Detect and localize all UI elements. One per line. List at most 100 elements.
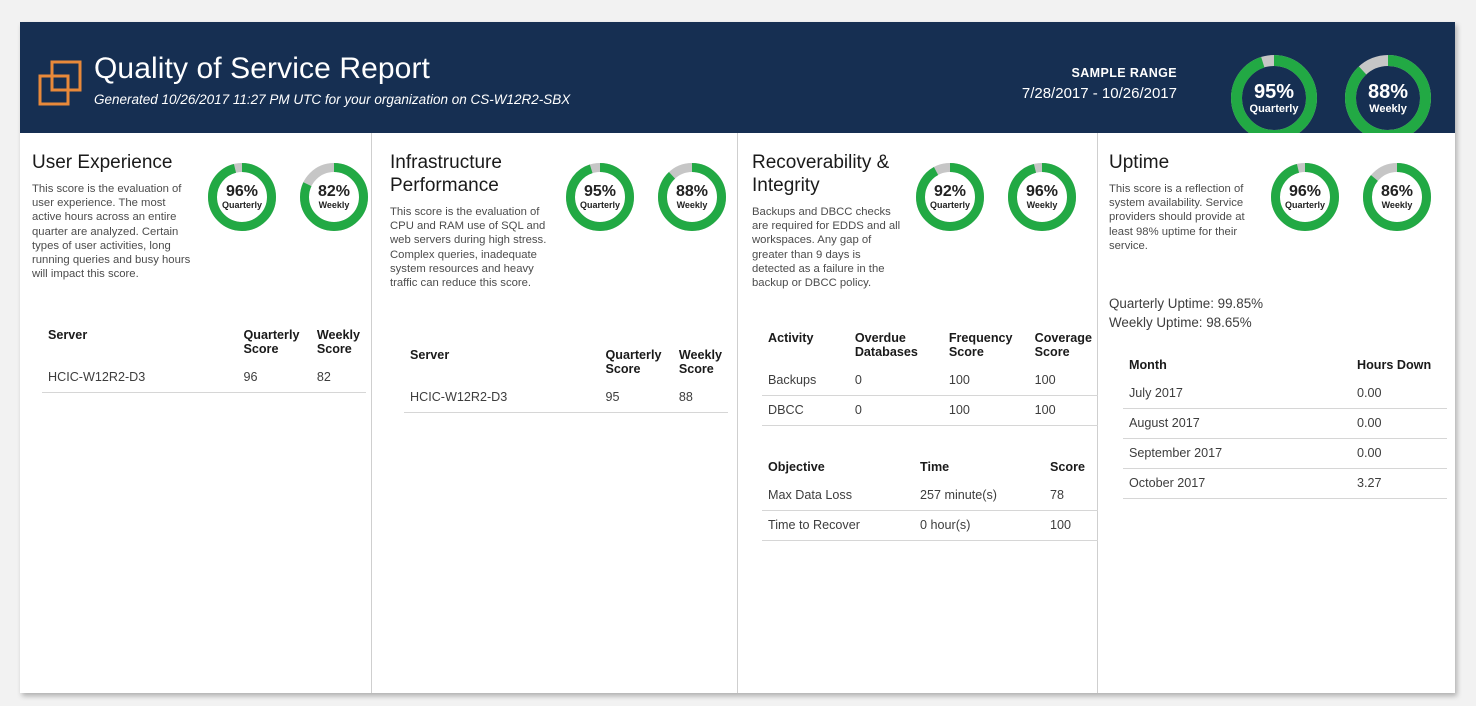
cell-month: August 2017 xyxy=(1129,416,1200,431)
quarterly-uptime-value: Quarterly Uptime: 99.85% xyxy=(1109,296,1264,312)
uptime-table: Month Hours Down July 2017 0.00 August 2… xyxy=(1123,353,1447,499)
cell-coverage-score: 100 xyxy=(1034,373,1056,388)
report-header: Quality of Service Report Generated 10/2… xyxy=(20,22,1455,133)
panel-top: Uptime This score is a reflection of sys… xyxy=(1109,151,1455,253)
column-header-score: Score xyxy=(1050,460,1086,475)
cell-hours-down: 0.00 xyxy=(1357,416,1382,431)
donut-percent-value: 88% xyxy=(675,183,709,200)
recoverability-activity-table: Activity Overdue Databases Frequency Sco… xyxy=(762,326,1098,426)
cell-month: September 2017 xyxy=(1129,446,1223,461)
donut-gauge-quarterly: 96% Quarterly xyxy=(1271,163,1339,231)
sample-range-label: SAMPLE RANGE xyxy=(1071,66,1177,80)
donut-gauge-weekly: 88% Weekly xyxy=(658,163,726,231)
table-header-row: Server Quarterly Score Weekly Score xyxy=(42,323,366,363)
cell-coverage-score: 100 xyxy=(1034,403,1056,418)
table-header-row: Month Hours Down xyxy=(1123,353,1447,379)
panel-description: This score is the evaluation of user exp… xyxy=(32,183,191,281)
panel-donut-group: 95% Quarterly 88% Weekly xyxy=(566,163,726,231)
cell-hours-down: 3.27 xyxy=(1357,476,1382,491)
panel-recoverability-integrity: Recoverability & Integrity Backups and D… xyxy=(738,133,1098,693)
donut-label: 88% Weekly xyxy=(658,163,726,231)
donut-gauge-quarterly: 96% Quarterly xyxy=(208,163,276,231)
table-row: Time to Recover 0 hour(s) 100 xyxy=(762,511,1098,541)
table-row: Max Data Loss 257 minute(s) 78 xyxy=(762,481,1098,511)
user-experience-table: Server Quarterly Score Weekly Score HCIC… xyxy=(42,323,366,393)
panels-container: User Experience This score is the evalua… xyxy=(20,133,1455,693)
weekly-uptime-value: Weekly Uptime: 98.65% xyxy=(1109,314,1252,330)
cell-score: 78 xyxy=(1050,488,1065,503)
panel-heading: Recoverability & Integrity xyxy=(752,152,890,196)
cell-month: October 2017 xyxy=(1129,476,1206,491)
donut-label: 96% Quarterly xyxy=(208,163,276,231)
panel-donut-group: 92% Quarterly 96% Weekly xyxy=(916,163,1076,231)
panel-top: User Experience This score is the evalua… xyxy=(32,151,371,281)
column-header-frequency-score: Frequency Score xyxy=(948,331,1013,360)
column-header-activity: Activity xyxy=(768,331,814,346)
panel-top: Infrastructure Performance This score is… xyxy=(390,151,737,290)
panel-heading: Uptime xyxy=(1109,152,1170,173)
donut-gauge-quarterly: 95% Quarterly xyxy=(1231,55,1317,133)
cell-activity: DBCC xyxy=(768,403,804,418)
donut-label: 92% Quarterly xyxy=(916,163,984,231)
panel-donut-group: 96% Quarterly 82% Weekly xyxy=(208,163,368,231)
cell-weekly-score: 88 xyxy=(678,390,693,405)
donut-label: 86% Weekly xyxy=(1363,163,1431,231)
donut-percent-value: 92% xyxy=(933,183,967,200)
donut-percent-value: 96% xyxy=(1288,183,1322,200)
donut-label: 96% Weekly xyxy=(1008,163,1076,231)
donut-gauge-weekly: 82% Weekly xyxy=(300,163,368,231)
table-row: July 2017 0.00 xyxy=(1123,379,1447,409)
donut-period-label: Weekly xyxy=(676,200,708,210)
brand-block: Quality of Service Report Generated 10/2… xyxy=(38,50,570,109)
donut-percent-value: 96% xyxy=(225,183,259,200)
donut-gauge-weekly: 96% Weekly xyxy=(1008,163,1076,231)
donut-label: 88% Weekly xyxy=(1345,55,1431,133)
cell-server: HCIC-W12R2-D3 xyxy=(410,390,508,405)
donut-period-label: Quarterly xyxy=(579,200,621,210)
donut-period-label: Weekly xyxy=(318,200,350,210)
column-header-server: Server xyxy=(48,328,88,343)
panel-user-experience: User Experience This score is the evalua… xyxy=(20,133,372,693)
panel-description: Backups and DBCC checks are required for… xyxy=(752,206,901,290)
panel-text-column: Infrastructure Performance This score is… xyxy=(390,151,552,290)
donut-percent-value: 95% xyxy=(1253,80,1295,103)
infrastructure-table: Server Quarterly Score Weekly Score HCIC… xyxy=(404,343,728,413)
cell-hours-down: 0.00 xyxy=(1357,386,1382,401)
cell-objective: Time to Recover xyxy=(768,518,860,533)
cell-frequency-score: 100 xyxy=(948,403,970,418)
cell-activity: Backups xyxy=(768,373,817,388)
sample-range-value: 7/28/2017 - 10/26/2017 xyxy=(1021,85,1177,102)
donut-period-label: Weekly xyxy=(1381,200,1413,210)
column-header-server: Server xyxy=(410,348,450,363)
panel-text-column: Recoverability & Integrity Backups and D… xyxy=(752,151,904,290)
panel-top: Recoverability & Integrity Backups and D… xyxy=(752,151,1097,290)
donut-label: 95% Quarterly xyxy=(1231,55,1317,133)
panel-heading: Infrastructure Performance xyxy=(390,152,502,196)
column-header-quarterly-score: Quarterly Score xyxy=(605,348,662,377)
panel-description: This score is a reflection of system ava… xyxy=(1109,183,1245,252)
title-block: Quality of Service Report Generated 10/2… xyxy=(94,50,570,109)
donut-period-label: Quarterly xyxy=(1284,200,1326,210)
cell-objective: Max Data Loss xyxy=(768,488,852,503)
report-subtitle: Generated 10/26/2017 11:27 PM UTC for yo… xyxy=(94,92,571,107)
header-donut-group: 95% Quarterly 88% Weekly xyxy=(1231,55,1431,133)
column-header-quarterly-score: Quarterly Score xyxy=(243,328,300,357)
panel-description: This score is the evaluation of CPU and … xyxy=(390,206,547,290)
report-card: Quality of Service Report Generated 10/2… xyxy=(20,22,1455,693)
table-row: Backups 0 100 100 xyxy=(762,366,1098,396)
two-overlapping-squares-icon xyxy=(38,60,82,106)
cell-frequency-score: 100 xyxy=(948,373,970,388)
donut-percent-value: 95% xyxy=(583,183,617,200)
donut-percent-value: 82% xyxy=(317,183,351,200)
column-header-month: Month xyxy=(1129,358,1167,373)
table-header-row: Objective Time Score xyxy=(762,455,1098,481)
column-header-overdue-databases: Overdue Databases xyxy=(854,331,918,360)
recoverability-objective-table: Objective Time Score Max Data Loss 257 m… xyxy=(762,455,1098,541)
panel-heading: User Experience xyxy=(32,152,173,173)
column-header-objective: Objective xyxy=(768,460,825,475)
panel-infrastructure-performance: Infrastructure Performance This score is… xyxy=(372,133,738,693)
donut-percent-value: 88% xyxy=(1367,80,1409,103)
table-row: HCIC-W12R2-D3 96 82 xyxy=(42,363,366,393)
sample-range-block: SAMPLE RANGE 7/28/2017 - 10/26/2017 xyxy=(1022,65,1177,104)
donut-percent-value: 86% xyxy=(1380,183,1414,200)
